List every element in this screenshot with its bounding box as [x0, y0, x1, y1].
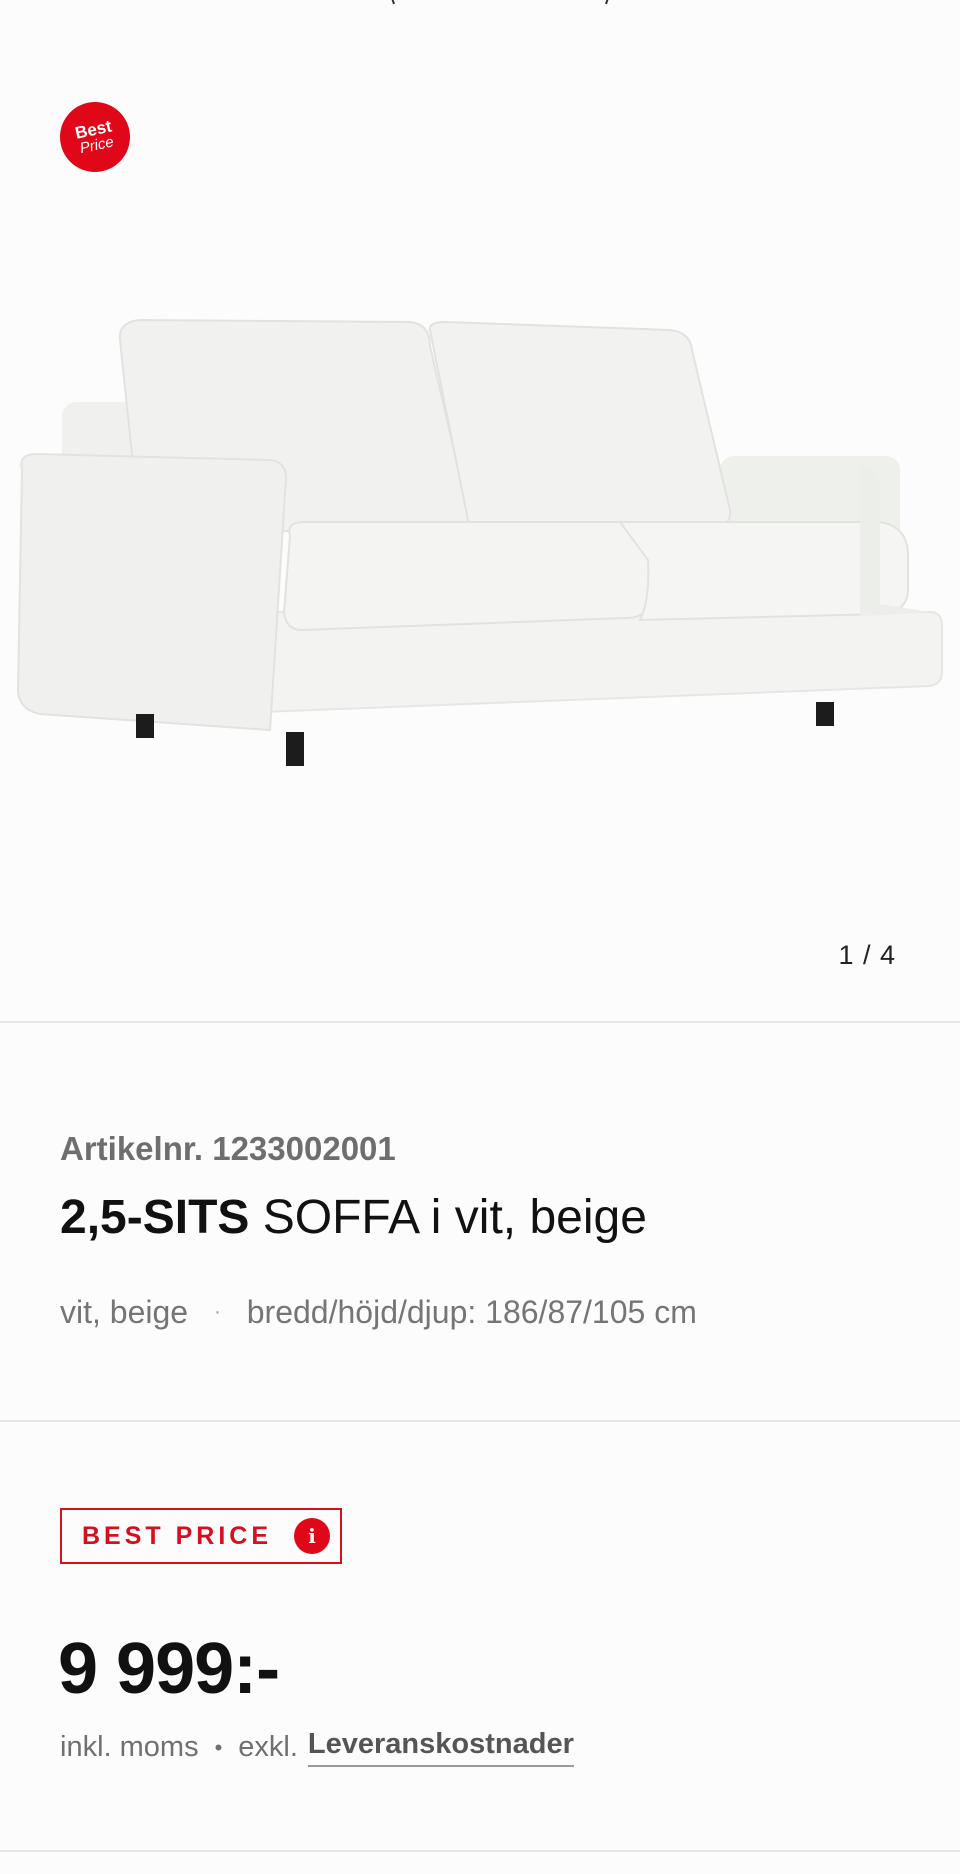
divider: [0, 1021, 960, 1023]
delivery-costs-link[interactable]: Leveranskostnader: [307, 1728, 574, 1767]
divider: [0, 1420, 960, 1422]
best-price-label[interactable]: BEST PRICE i: [60, 1508, 342, 1564]
best-price-text: BEST PRICE: [82, 1521, 273, 1550]
incl-vat: inkl. moms: [60, 1731, 199, 1763]
top-arrows: [391, 0, 609, 5]
sofa-image: [16, 318, 943, 766]
bullet-separator: •: [214, 1734, 223, 1760]
title-rest: SOFFA i vit, beige: [249, 1191, 647, 1244]
excl-label: exkl.: [238, 1731, 298, 1763]
product-dimensions: bredd/höjd/djup: 186/87/105 cm: [246, 1294, 697, 1330]
info-icon[interactable]: i: [294, 1518, 331, 1554]
tax-info: inkl. moms • exkl. Leveranskostnader: [60, 1728, 574, 1767]
product-image-gallery[interactable]: Best Price 1 / 4: [0, 0, 960, 1022]
best-price-badge: Best Price: [53, 95, 137, 179]
divider: [0, 1850, 960, 1852]
title-bold: 2,5-SITS: [60, 1191, 250, 1244]
product-color: vit, beige: [60, 1294, 189, 1330]
product-price: 9 999:-: [58, 1629, 280, 1709]
image-counter: 1 / 4: [838, 940, 896, 970]
product-meta: vit, beige · bredd/höjd/djup: 186/87/105…: [60, 1294, 697, 1331]
separator-dot: ·: [214, 1301, 221, 1323]
product-title: 2,5-SITS SOFFA i vit, beige: [60, 1190, 647, 1245]
article-number: Artikelnr. 1233002001: [60, 1130, 396, 1167]
